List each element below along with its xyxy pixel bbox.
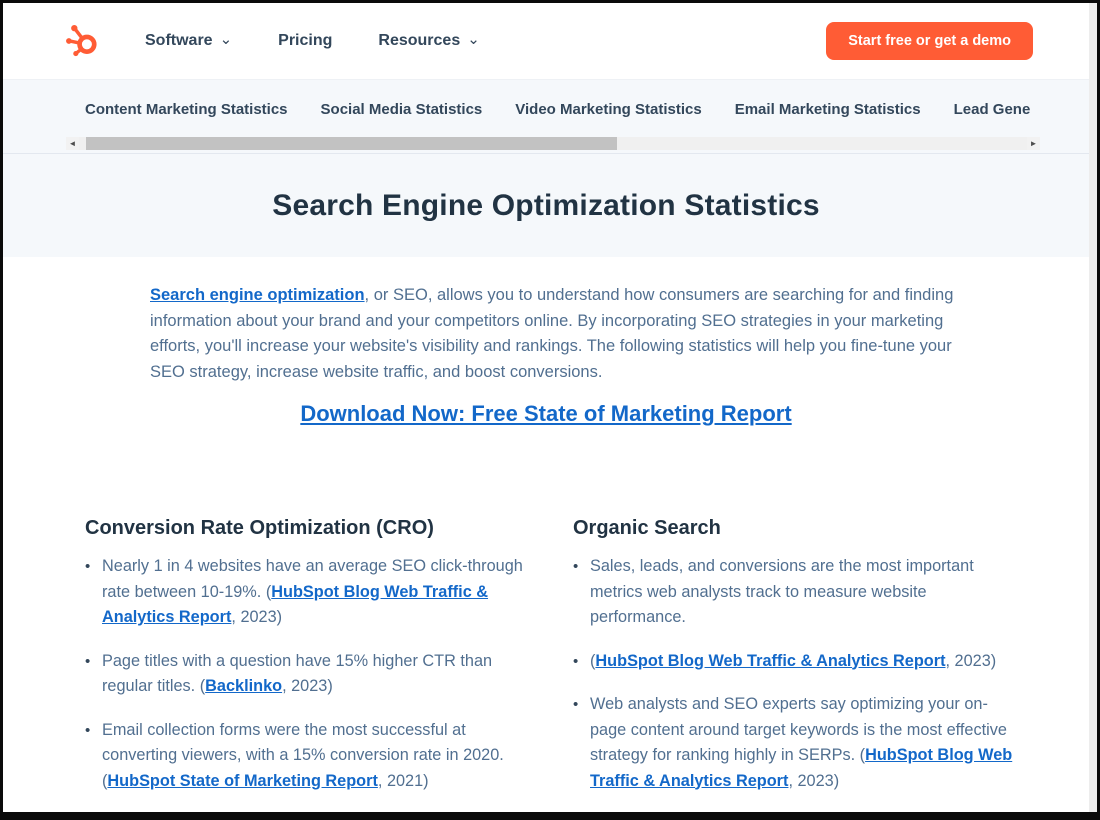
bullet-text: , 2021)	[378, 772, 429, 790]
nav-item-software[interactable]: Software ⌄	[145, 32, 232, 50]
list-item: Page titles with a question have 15% hig…	[102, 649, 535, 700]
subnav-item-content-marketing[interactable]: Content Marketing Statistics	[85, 101, 288, 118]
subnav-item-video-marketing[interactable]: Video Marketing Statistics	[515, 101, 701, 118]
nav-item-pricing[interactable]: Pricing	[278, 32, 332, 50]
statistics-subnav: Content Marketing Statistics Social Medi…	[3, 79, 1089, 153]
scrollbar-thumb[interactable]	[86, 137, 617, 150]
list-item: (HubSpot Blog Web Traffic & Analytics Re…	[590, 649, 1023, 675]
chevron-down-icon: ⌄	[220, 32, 233, 47]
column-cro: Conversion Rate Optimization (CRO) Nearl…	[85, 517, 535, 812]
page-title: Search Engine Optimization Statistics	[272, 189, 820, 223]
window-scrollbar-gutter[interactable]	[1089, 3, 1097, 812]
bullet-text: , 2023)	[282, 677, 333, 695]
scrollbar-track[interactable]	[79, 137, 1027, 150]
source-link[interactable]: HubSpot State of Marketing Report	[107, 772, 377, 790]
column-organic-search: Organic Search Sales, leads, and convers…	[573, 517, 1023, 812]
bullet-text: Sales, leads, and conversions are the mo…	[590, 557, 974, 626]
start-free-demo-button[interactable]: Start free or get a demo	[826, 22, 1033, 60]
list-item: Sales, leads, and conversions are the mo…	[590, 554, 1023, 631]
hubspot-sprocket-logo-icon[interactable]	[65, 23, 101, 59]
nav-item-label: Software	[145, 32, 213, 50]
seo-definition-link[interactable]: Search engine optimization	[150, 286, 365, 304]
nav-item-label: Pricing	[278, 32, 332, 50]
download-report-link[interactable]: Download Now: Free State of Marketing Re…	[300, 401, 791, 426]
bullet-text: , 2023)	[946, 652, 997, 670]
top-header: Software ⌄ Pricing Resources ⌄ Start fre…	[3, 3, 1089, 79]
nav-item-label: Resources	[378, 32, 460, 50]
source-link[interactable]: HubSpot Blog Web Traffic & Analytics Rep…	[595, 652, 945, 670]
intro-paragraph: Search engine optimization, or SEO, allo…	[150, 283, 972, 385]
column-heading: Organic Search	[573, 517, 1023, 540]
browser-window: Software ⌄ Pricing Resources ⌄ Start fre…	[3, 3, 1089, 812]
main-nav: Software ⌄ Pricing Resources ⌄	[145, 32, 480, 50]
download-row: Download Now: Free State of Marketing Re…	[3, 401, 1089, 427]
list-item: Web analysts and SEO experts say optimiz…	[590, 692, 1023, 794]
subnav-horizontal-scrollbar: ◄ ►	[66, 137, 1040, 150]
bullet-text: , 2023)	[788, 772, 839, 790]
list-item: Email collection forms were the most suc…	[102, 718, 535, 795]
bullet-list: Sales, leads, and conversions are the mo…	[573, 554, 1023, 812]
scroll-right-arrow-icon[interactable]: ►	[1027, 137, 1040, 150]
page-content: Search engine optimization, or SEO, allo…	[3, 257, 1089, 812]
bullet-text: , 2023)	[231, 608, 282, 626]
list-item: Nearly 1 in 4 websites have an average S…	[102, 554, 535, 631]
column-heading: Conversion Rate Optimization (CRO)	[85, 517, 535, 540]
stats-columns: Conversion Rate Optimization (CRO) Nearl…	[3, 517, 1089, 812]
bullet-list: Nearly 1 in 4 websites have an average S…	[85, 554, 535, 794]
subnav-item-social-media[interactable]: Social Media Statistics	[321, 101, 483, 118]
subnav-item-email-marketing[interactable]: Email Marketing Statistics	[735, 101, 921, 118]
statistics-subnav-items: Content Marketing Statistics Social Medi…	[3, 80, 1089, 118]
source-link[interactable]: Backlinko	[205, 677, 282, 695]
screenshot-frame: Software ⌄ Pricing Resources ⌄ Start fre…	[0, 0, 1100, 820]
hero-band: Search Engine Optimization Statistics	[3, 153, 1089, 257]
subnav-item-lead-generation[interactable]: Lead Gene	[954, 101, 1031, 118]
nav-item-resources[interactable]: Resources ⌄	[378, 32, 479, 50]
scroll-left-arrow-icon[interactable]: ◄	[66, 137, 79, 150]
chevron-down-icon: ⌄	[467, 32, 480, 47]
